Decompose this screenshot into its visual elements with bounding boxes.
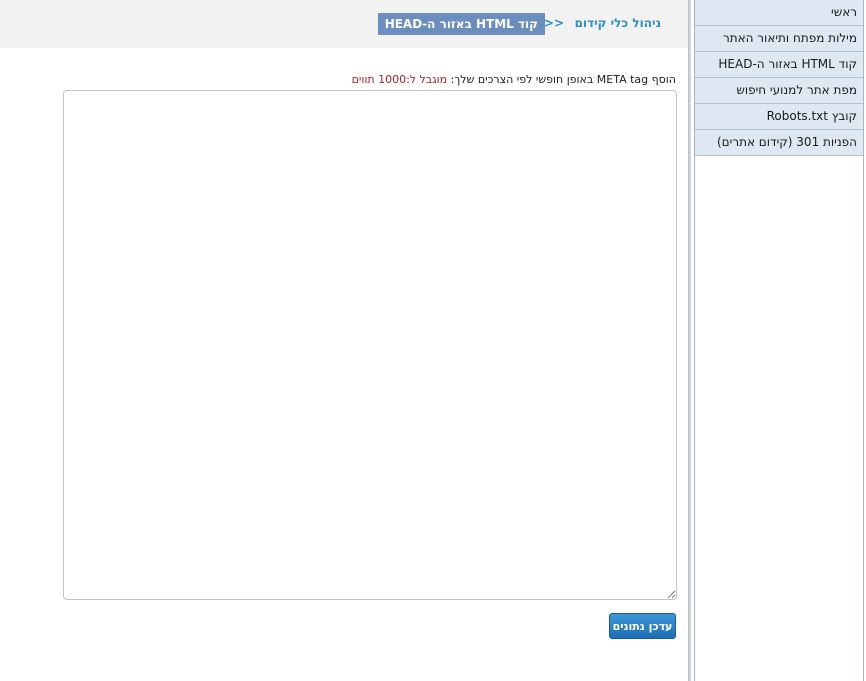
meta-tag-textarea[interactable]: [63, 90, 677, 600]
meta-instruction: הוסף META tag באופן חופשי לפי הצרכים שלך…: [352, 73, 676, 86]
sidebar-item-home[interactable]: ראשי: [695, 0, 863, 26]
breadcrumb-separator: >>: [543, 16, 564, 30]
update-data-button[interactable]: עדכן נתונים: [609, 613, 676, 639]
sidebar-item-robots[interactable]: קובץ Robots.txt: [695, 104, 863, 130]
meta-instruction-text: הוסף META tag באופן חופשי לפי הצרכים שלך…: [450, 73, 676, 86]
page-header: ניהול כלי קידום >> קוד HTML באזור ה-HEAD: [0, 0, 688, 48]
sidebar-item-sitemap[interactable]: מפת אתר למנועי חיפוש: [695, 78, 863, 104]
sidebar-item-head-html[interactable]: קוד HTML באזור ה-HEAD: [695, 52, 863, 78]
sidebar-menu: ראשי מילות מפתח ותיאור האתר קוד HTML באז…: [694, 0, 864, 681]
panel-divider: [688, 0, 691, 681]
character-limit-note: מוגבל ל:1000 תווים: [351, 73, 448, 86]
sidebar-item-redirects[interactable]: הפניות 301 (קידום אתרים): [695, 130, 863, 156]
breadcrumb-root-link[interactable]: ניהול כלי קידום: [575, 16, 661, 30]
breadcrumb-current: קוד HTML באזור ה-HEAD: [377, 13, 545, 35]
sidebar-item-keywords[interactable]: מילות מפתח ותיאור האתר: [695, 26, 863, 52]
